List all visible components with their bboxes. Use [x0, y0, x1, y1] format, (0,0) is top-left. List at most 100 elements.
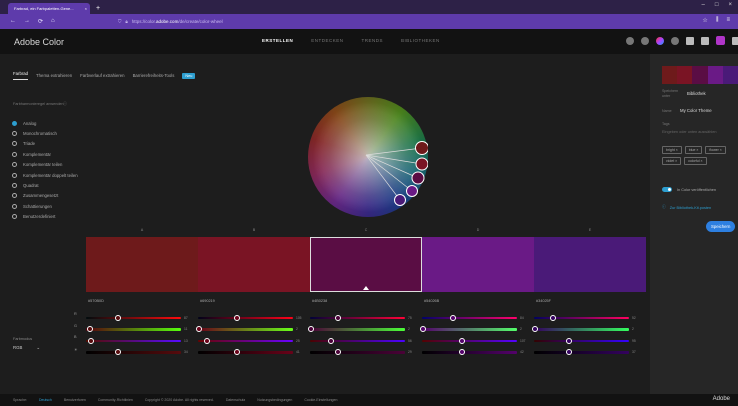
library-icon[interactable]: ⫼	[716, 17, 719, 24]
brightness-slider-handle[interactable]	[334, 349, 341, 356]
color-wheel[interactable]	[308, 97, 428, 217]
bookmark-icon[interactable]: ☆	[702, 17, 707, 24]
back-icon[interactable]: ←	[10, 18, 16, 25]
moon-icon[interactable]	[626, 36, 634, 45]
hex-input-a[interactable]: #570B0D	[86, 299, 198, 303]
rule-double-split-complementary[interactable]: Komplementär doppelt teilen	[12, 170, 78, 180]
rule-split-complementary[interactable]: Komplementär teilen	[12, 160, 78, 170]
red-slider[interactable]	[534, 314, 629, 321]
green-slider-handle[interactable]	[87, 326, 94, 333]
swatch-b[interactable]	[198, 237, 310, 292]
adobe-app-icon[interactable]	[716, 36, 725, 45]
green-slider[interactable]	[195, 326, 293, 333]
green-slider[interactable]	[86, 326, 181, 333]
nav-trends[interactable]: TRENDS	[362, 38, 384, 43]
brightness-slider[interactable]	[534, 349, 629, 356]
brightness-value[interactable]: 37	[632, 350, 640, 354]
green-slider-handle[interactable]	[419, 326, 426, 333]
green-slider-handle[interactable]	[307, 326, 314, 333]
rule-shades[interactable]: Schattierungen	[12, 201, 78, 211]
wheel-handle-a[interactable]	[415, 141, 429, 155]
swatch-d[interactable]	[422, 237, 534, 292]
red-value[interactable]: 84	[520, 316, 528, 320]
creative-cloud-icon[interactable]	[656, 36, 664, 45]
tag-chip[interactable]: flower ×	[705, 146, 726, 154]
wheel-handle-e[interactable]	[394, 194, 406, 206]
nav-create[interactable]: ERSTELLEN	[262, 38, 293, 43]
tags-input[interactable]: Eingeben oder unten auswählen	[662, 130, 738, 134]
reload-icon[interactable]: ⟳	[38, 18, 43, 25]
brightness-value[interactable]: 34	[184, 350, 192, 354]
green-value[interactable]: 2	[520, 327, 528, 331]
green-slider-handle[interactable]	[195, 326, 202, 333]
tag-chip[interactable]: blue ×	[684, 146, 703, 154]
hex-input-d[interactable]: #54026B	[422, 299, 534, 303]
tab-extract-gradient[interactable]: Farbverlauf extrahieren	[80, 73, 124, 78]
blue-value[interactable]: 13	[184, 339, 192, 343]
red-value[interactable]: 87	[184, 316, 192, 320]
nav-explore[interactable]: ENTDECKEN	[311, 38, 343, 43]
blue-slider-handle[interactable]	[566, 337, 573, 344]
red-slider-handle[interactable]	[115, 314, 122, 321]
rule-square[interactable]: Quadrat	[12, 180, 78, 190]
brightness-slider[interactable]	[422, 349, 517, 356]
green-value[interactable]: 2	[632, 327, 640, 331]
swatch-e[interactable]	[534, 237, 646, 292]
green-slider-handle[interactable]	[531, 326, 538, 333]
publish-toggle[interactable]	[662, 187, 672, 192]
wheel-handle-c[interactable]	[411, 171, 425, 185]
blue-value[interactable]: 56	[408, 339, 416, 343]
blue-slider-handle[interactable]	[327, 337, 334, 344]
blue-value[interactable]: 107	[520, 339, 528, 343]
blue-value[interactable]: 95	[632, 339, 640, 343]
red-slider[interactable]	[310, 314, 405, 321]
wheel-handle-d[interactable]	[406, 185, 418, 197]
cc-library-link[interactable]: ⓘ Zur Bibliothek-Kit.posten	[662, 205, 711, 210]
color-mode-dropdown[interactable]: RGB ⌄	[13, 345, 40, 351]
footer-link-cookies[interactable]: Cookie-Einstellungen	[304, 398, 337, 402]
brightness-value[interactable]: 42	[520, 350, 528, 354]
help-icon[interactable]	[671, 36, 679, 45]
footer-link-guidelines[interactable]: Community-Richtlinien	[98, 398, 133, 402]
red-slider[interactable]	[198, 314, 293, 321]
theme-name-input[interactable]: My Color Theme	[680, 108, 712, 113]
red-value[interactable]: 75	[408, 316, 416, 320]
save-to-dropdown[interactable]: Bibliothek	[687, 91, 706, 96]
footer-link-terms[interactable]: Nutzungsbedingungen	[257, 398, 292, 402]
brightness-value[interactable]: 41	[296, 350, 304, 354]
blue-slider-handle[interactable]	[87, 337, 94, 344]
green-slider[interactable]	[531, 326, 629, 333]
save-button[interactable]: Speichern	[706, 221, 736, 232]
menu-icon[interactable]: ≡	[726, 17, 730, 24]
tag-chip[interactable]: colorful ×	[684, 157, 707, 165]
green-value[interactable]: 2	[408, 327, 416, 331]
footer-link-privacy[interactable]: Datenschutz	[226, 398, 245, 402]
new-tab-button[interactable]: +	[96, 3, 100, 14]
rule-custom[interactable]: Benutzerdefiniert	[12, 212, 78, 222]
brightness-slider[interactable]	[310, 349, 405, 356]
footer-language-link[interactable]: Deutsch	[39, 398, 52, 402]
brightness-slider-handle[interactable]	[458, 349, 465, 356]
rule-compound[interactable]: Zusammengesetzt	[12, 191, 78, 201]
url-field[interactable]: ⛉ 🔒︎ https://color.adobe.com/de/create/c…	[114, 17, 694, 26]
tab-accessibility-tools[interactable]: Barrierefreiheits-Tools	[133, 73, 175, 78]
rule-triad[interactable]: Triade	[12, 139, 78, 149]
tab-color-wheel[interactable]: Farbrad	[13, 71, 29, 80]
red-slider-handle[interactable]	[334, 314, 341, 321]
blue-slider[interactable]	[198, 337, 293, 344]
rule-complementary[interactable]: Komplementär	[12, 149, 78, 159]
nav-libraries[interactable]: BIBLIOTHEKEN	[401, 38, 440, 43]
red-slider[interactable]	[86, 314, 181, 321]
swatch-c[interactable]	[310, 237, 422, 292]
red-value[interactable]: 105	[296, 316, 304, 320]
tag-chip[interactable]: violet ×	[662, 157, 682, 165]
brightness-slider-handle[interactable]	[233, 349, 240, 356]
brightness-slider-handle[interactable]	[115, 349, 122, 356]
browser-tab[interactable]: Farbrad, ein Farbpaletten-Gene... ×	[8, 3, 90, 14]
app-logo[interactable]: Adobe Color	[14, 37, 254, 47]
forward-icon[interactable]: →	[24, 18, 30, 25]
info-icon[interactable]: ⓘ	[63, 101, 67, 107]
hex-input-c[interactable]: #4B0238	[310, 299, 422, 303]
footer-link-forums[interactable]: Benutzerforen	[64, 398, 86, 402]
close-tab-icon[interactable]: ×	[85, 6, 87, 11]
